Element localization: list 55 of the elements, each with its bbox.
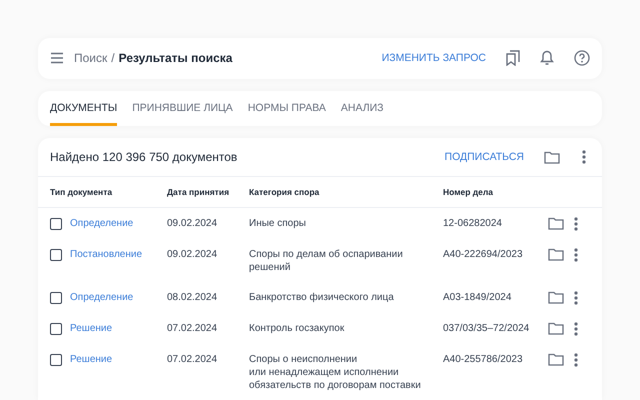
tab[interactable]: ДОКУМЕНТЫ (50, 90, 118, 126)
more-icon[interactable] (574, 353, 578, 367)
more-icon[interactable] (574, 217, 578, 231)
notifications-icon[interactable] (540, 50, 554, 66)
checkbox[interactable] (50, 292, 62, 304)
tab[interactable]: АНАЛИЗ (340, 90, 384, 126)
tab[interactable]: НОРМЫ ПРАВА (248, 90, 326, 126)
document-type-link[interactable]: Постановление (70, 248, 142, 261)
table-cell-text: Споры о неисполнении или ненадлежащем исполнении обязательств по договорам поставки (249, 353, 422, 392)
document-type-link[interactable]: Определение (70, 291, 134, 304)
column-header: Дата принятия (167, 187, 230, 197)
column-header: Тип документа (50, 187, 114, 197)
bookmarks-icon[interactable] (506, 50, 520, 66)
folder-icon[interactable] (548, 217, 564, 230)
table-cell-text: Контроль госзакупок (249, 322, 346, 335)
checkbox[interactable] (50, 322, 62, 334)
more-icon[interactable] (574, 248, 578, 262)
table-cell-text: 08.02.2024 (167, 291, 218, 304)
column-header: Номер дела (443, 187, 494, 197)
folder-icon[interactable] (548, 291, 564, 304)
table-cell-text: 09.02.2024 (167, 217, 218, 230)
folder-icon[interactable] (548, 353, 564, 366)
table-cell-text: 09.02.2024 (167, 248, 218, 261)
edit-query-button[interactable]: ИЗМЕНИТЬ ЗАПРОС (382, 52, 486, 64)
checkbox[interactable] (50, 354, 62, 366)
document-type-link[interactable]: Решение (70, 322, 112, 335)
table-cell-text: А03-1849/2024 (443, 291, 512, 304)
table-cell-text: 07.02.2024 (167, 353, 218, 366)
folder-icon[interactable] (548, 322, 564, 335)
table-cell-text: А40-222694/2023 (443, 248, 524, 261)
help-icon[interactable] (574, 50, 590, 66)
folder-icon[interactable] (548, 248, 564, 261)
menu-icon[interactable] (50, 52, 64, 64)
more-icon[interactable] (574, 322, 578, 336)
table-cell-text: А40-255786/2023 (443, 353, 524, 366)
table-cell-text: Иные споры (249, 217, 307, 230)
more-icon[interactable] (574, 291, 578, 305)
document-type-link[interactable]: Определение (70, 217, 134, 230)
checkbox[interactable] (50, 248, 62, 260)
subscribe-button[interactable]: ПОДПИСАТЬСЯ (444, 151, 524, 163)
breadcrumb-link[interactable]: Поиск (74, 51, 108, 66)
breadcrumb-separator: / (111, 51, 115, 66)
table-cell-text: 12-06282024 (443, 217, 503, 230)
table-cell-text: Споры по делам об оспаривании решений (249, 248, 404, 274)
table-cell-text: Банкротство физического лица (249, 291, 395, 304)
table-cell-text: 037/03/35–72/2024 (443, 322, 530, 335)
checkbox[interactable] (50, 218, 62, 230)
results-count: Найдено 120 396 750 документов (50, 150, 238, 164)
document-type-link[interactable]: Решение (70, 353, 112, 366)
column-header: Категория спора (249, 187, 320, 197)
tab[interactable]: ПРИНЯВШИЕ ЛИЦА (132, 90, 233, 126)
more-icon[interactable] (582, 150, 586, 164)
folder-icon[interactable] (544, 150, 560, 164)
page-title: Результаты поиска (118, 51, 232, 66)
table-cell-text: 07.02.2024 (167, 322, 218, 335)
